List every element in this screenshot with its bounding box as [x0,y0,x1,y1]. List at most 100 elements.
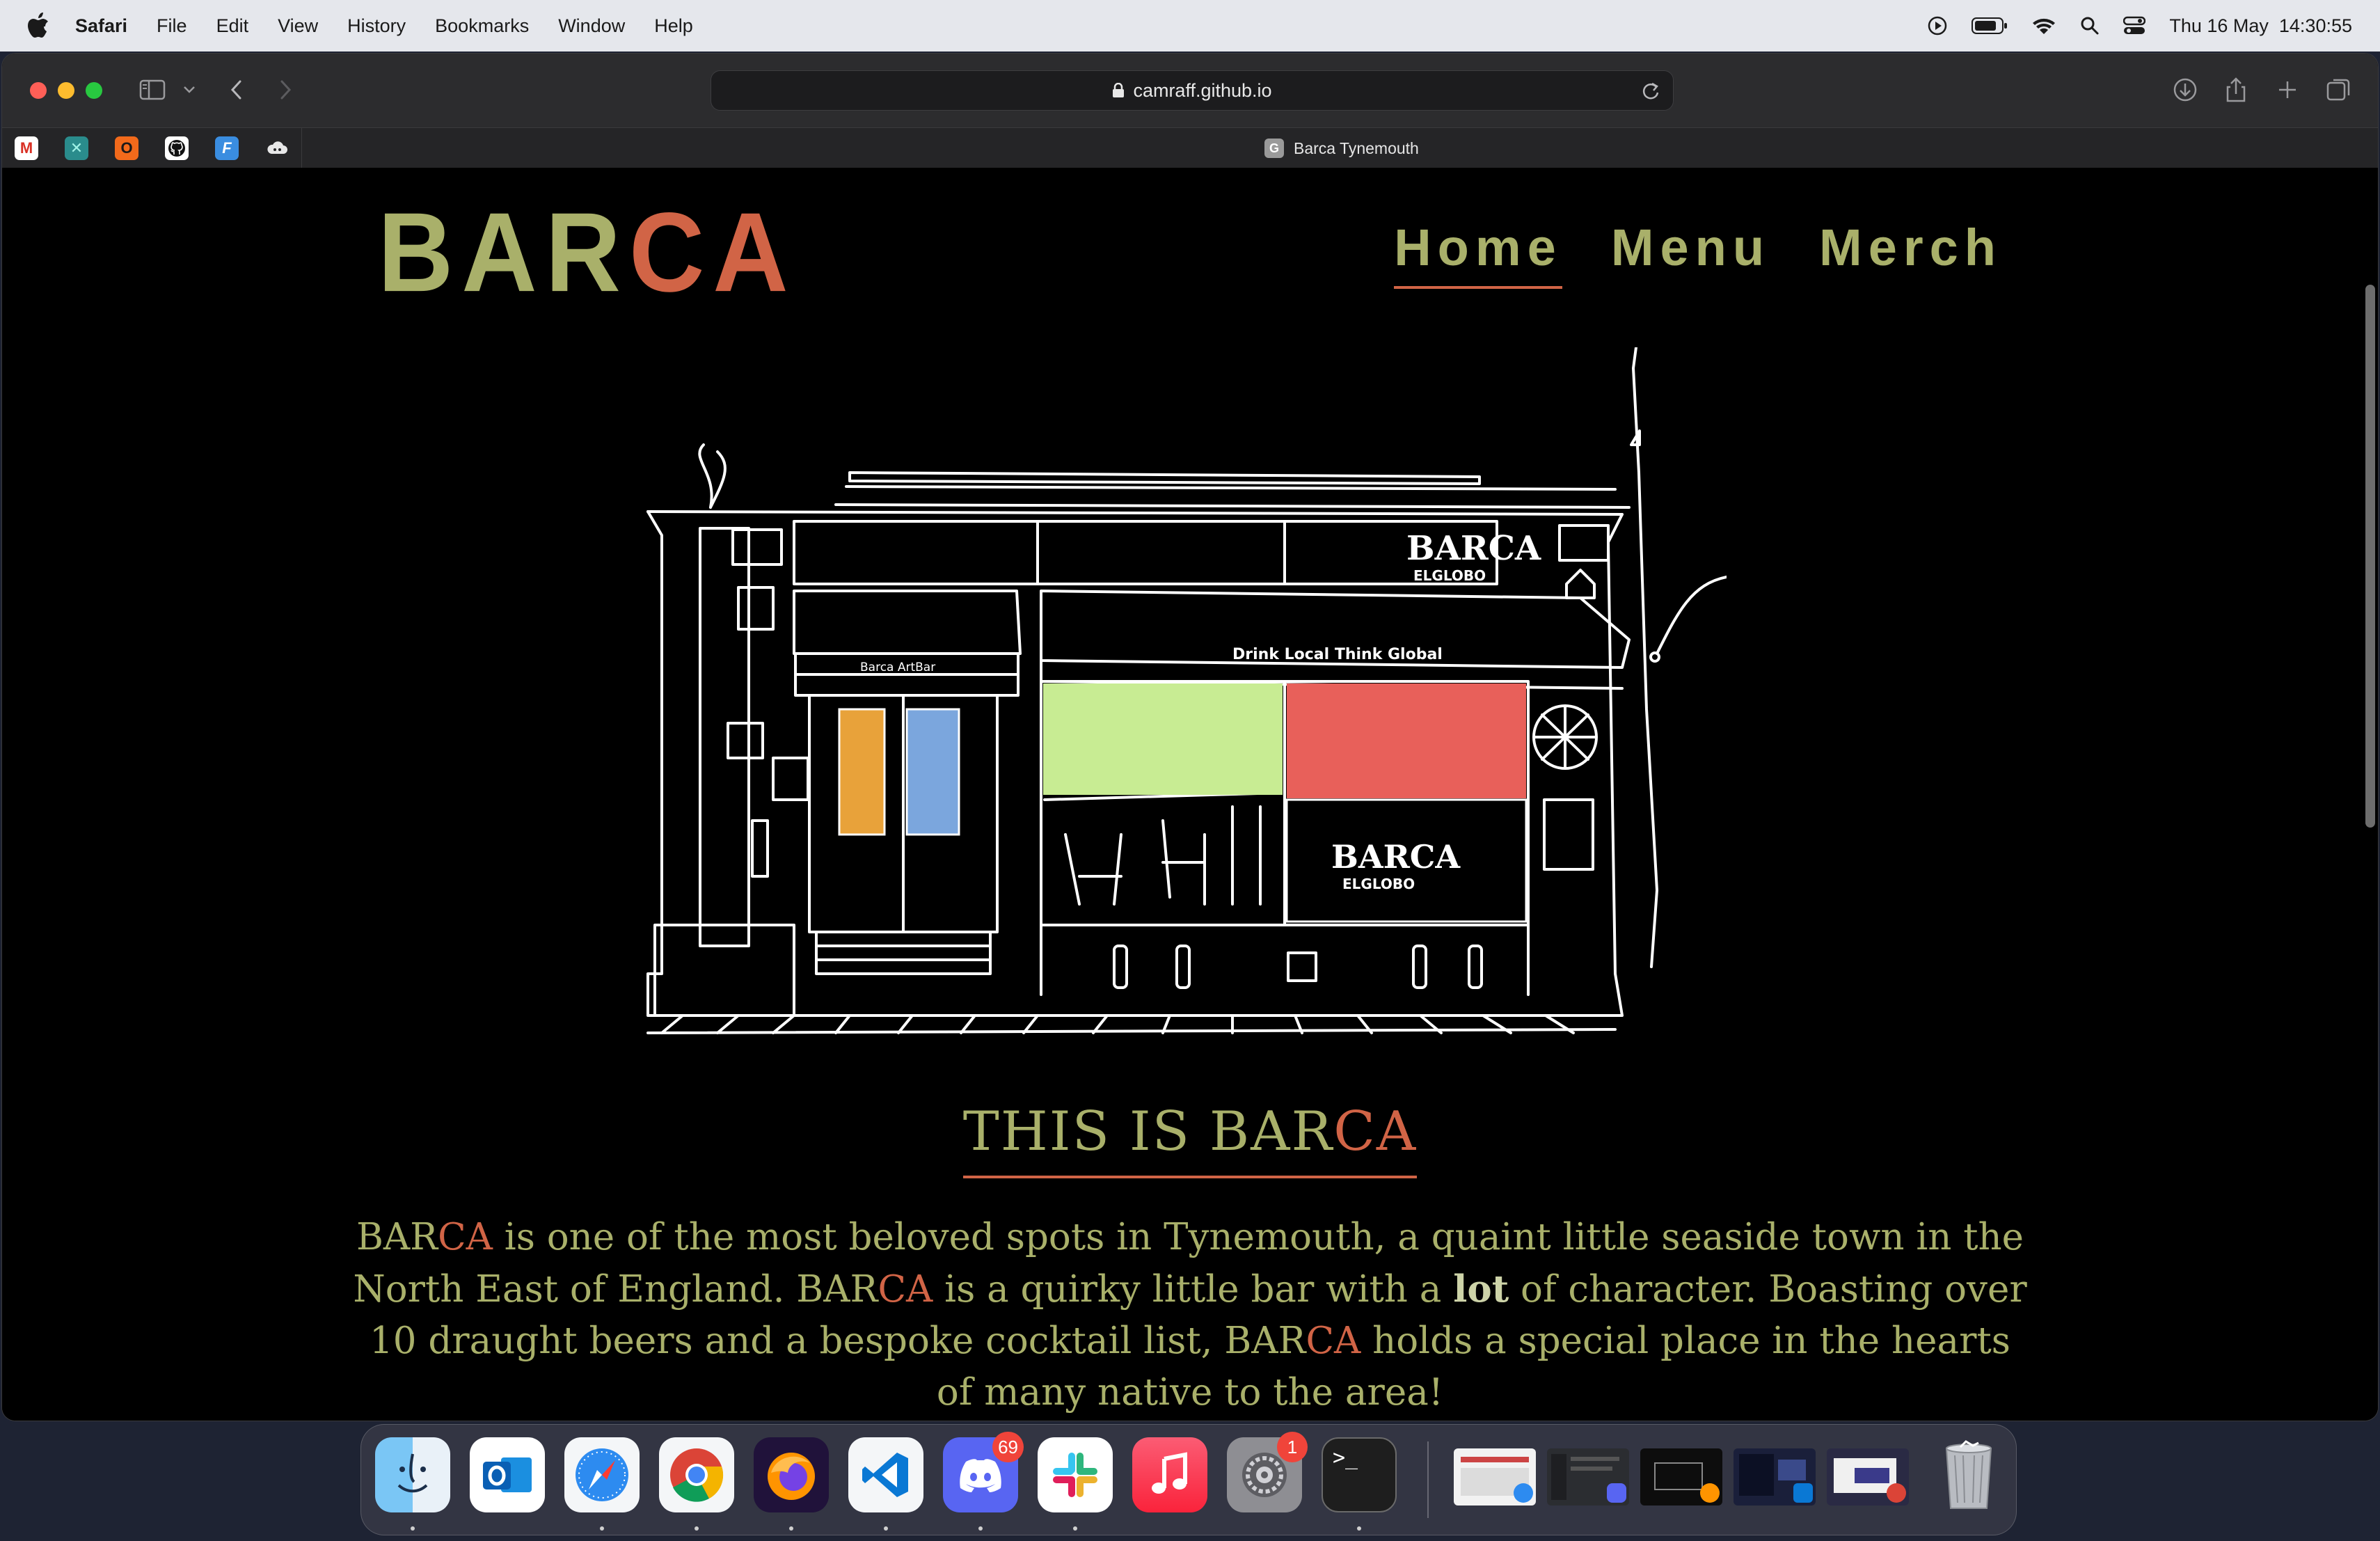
running-indicator [695,1526,699,1531]
settings-badge: 1 [1277,1432,1308,1462]
door-awning-text: Barca ArtBar [860,661,935,674]
favorite-f-app-icon[interactable]: F [215,136,239,160]
nav-merch-link[interactable]: Merch [1819,222,2002,289]
menu-help[interactable]: Help [654,15,693,37]
zoom-window-button[interactable] [86,82,102,99]
roof-cornice [848,471,1481,485]
trash-icon[interactable] [1931,1437,2006,1512]
apple-menu-icon[interactable] [26,12,50,40]
now-playing-icon[interactable] [1927,15,1948,36]
safari-icon[interactable] [564,1437,640,1512]
terminal-prompt: >_ [1333,1446,1358,1470]
favorite-gmail-icon[interactable]: M [15,136,38,160]
intro-ca-3: CA [1306,1320,1361,1362]
minimized-window-chrome[interactable] [1827,1448,1909,1506]
minimized-window-discord[interactable] [1547,1448,1629,1506]
outlook-icon[interactable] [470,1437,545,1512]
web-page: BARCA Home Menu Merch BARCA ELGLOBO BARC… [2,168,2378,1421]
sign-barca-window: BARCA [1331,838,1461,876]
minimized-window-firefox[interactable] [1640,1448,1722,1506]
sidebar-toggle-icon[interactable] [138,76,166,104]
new-tab-icon[interactable] [2275,76,2300,104]
door-poster-orange [838,708,886,836]
shop-window-green [1043,683,1283,795]
address-bar[interactable]: camraff.github.io [711,70,1674,111]
safari-window: camraff.github.io M ✕ O F G Barca Tynemo… [1,53,2379,1421]
tab-bar: M ✕ O F G Barca Tynemouth [2,127,2378,168]
heading-part1: THIS IS BAR [962,1100,1334,1163]
menu-bar-clock[interactable]: Thu 16 May 14:30:55 [2169,15,2352,37]
wifi-icon[interactable] [2031,16,2056,35]
share-icon[interactable] [2223,76,2248,104]
browser-toolbar: camraff.github.io [2,54,2378,127]
minimized-window-vscode[interactable] [1734,1448,1816,1506]
sign-barca-top: BARCA [1406,529,1541,568]
chrome-icon [1887,1483,1906,1503]
tab-barca-tynemouth[interactable]: G Barca Tynemouth [1264,128,1419,168]
logo-bar: BAR [378,189,629,315]
nav-home-link[interactable]: Home [1394,222,1562,289]
slack-icon[interactable] [1038,1437,1113,1512]
intro-bar-3: BAR [1224,1320,1306,1362]
menu-bar: Safari File Edit View History Bookmarks … [0,0,2380,52]
back-arrow-icon[interactable] [226,76,247,104]
sign-elglobo-top: ELGLOBO [1413,567,1486,584]
firefox-icon[interactable] [754,1437,829,1512]
battery-icon[interactable] [1972,17,2008,35]
forward-arrow-icon[interactable] [275,76,296,104]
chrome-icon[interactable] [659,1437,734,1512]
page-title: THIS IS BARCA [962,1100,1418,1178]
settings-icon[interactable]: 1 [1227,1432,1308,1512]
page-scrollbar[interactable] [2365,285,2375,828]
downloads-icon[interactable] [2172,76,2198,104]
discord-icon [1607,1483,1626,1503]
minimize-window-button[interactable] [58,82,74,99]
heading-part2: CA [1333,1100,1418,1163]
logo-ca: CA [628,189,797,315]
favorite-github-icon[interactable] [165,136,189,160]
running-indicator [978,1526,983,1531]
minimized-window-safari[interactable] [1454,1448,1536,1506]
bar-frontage-illustration: BARCA ELGLOBO BARCA ELGLOBO Drink Local … [646,347,1727,1034]
intro-paragraph: BARCA is one of the most beloved spots i… [350,1212,2030,1418]
intro-text-2: is a quirky little bar with a [933,1268,1454,1311]
intro-ca-1: CA [438,1216,493,1258]
lock-icon [1113,83,1125,97]
terminal-icon[interactable]: >_ [1322,1437,1397,1512]
shop-window-red [1287,683,1526,798]
favorite-app-icon[interactable]: ✕ [65,136,88,160]
running-indicator [789,1526,793,1531]
spotlight-search-icon[interactable] [2080,16,2100,35]
tab-title: Barca Tynemouth [1294,139,1419,157]
favorite-ring-icon[interactable]: O [115,136,138,160]
menu-view[interactable]: View [278,15,318,37]
menu-history[interactable]: History [347,15,406,37]
menu-edit[interactable]: Edit [216,15,249,37]
lamp-arm [1656,576,1727,655]
vscode-icon[interactable] [848,1437,923,1512]
menu-window[interactable]: Window [558,15,625,37]
favorite-cloud-icon[interactable] [265,136,289,160]
intro-bar-2: BAR [796,1268,878,1311]
menu-bookmarks[interactable]: Bookmarks [435,15,529,37]
tab-overview-icon[interactable] [2325,76,2353,104]
awning-slogan: Drink Local Think Global [1232,646,1443,663]
finder-icon[interactable] [375,1437,450,1512]
control-center-icon[interactable] [2123,16,2146,35]
lamp-post [1632,347,1658,968]
close-window-button[interactable] [30,82,47,99]
running-indicator [411,1526,415,1531]
discord-icon[interactable]: 69 [943,1432,1024,1512]
running-indicator [600,1526,604,1531]
music-icon[interactable] [1132,1437,1207,1512]
menu-app-name[interactable]: Safari [75,15,127,37]
nav-menu-link[interactable]: Menu [1611,222,1770,289]
menu-file[interactable]: File [157,15,187,37]
url-text: camraff.github.io [1133,79,1272,101]
running-indicator [1357,1526,1361,1531]
site-logo[interactable]: BARCA [378,196,797,308]
reload-icon[interactable] [1641,81,1660,102]
section-heading: THIS IS BARCA [2,1100,2378,1178]
chevron-down-icon[interactable] [182,76,197,104]
intro-bold-lot: lot [1453,1267,1509,1311]
